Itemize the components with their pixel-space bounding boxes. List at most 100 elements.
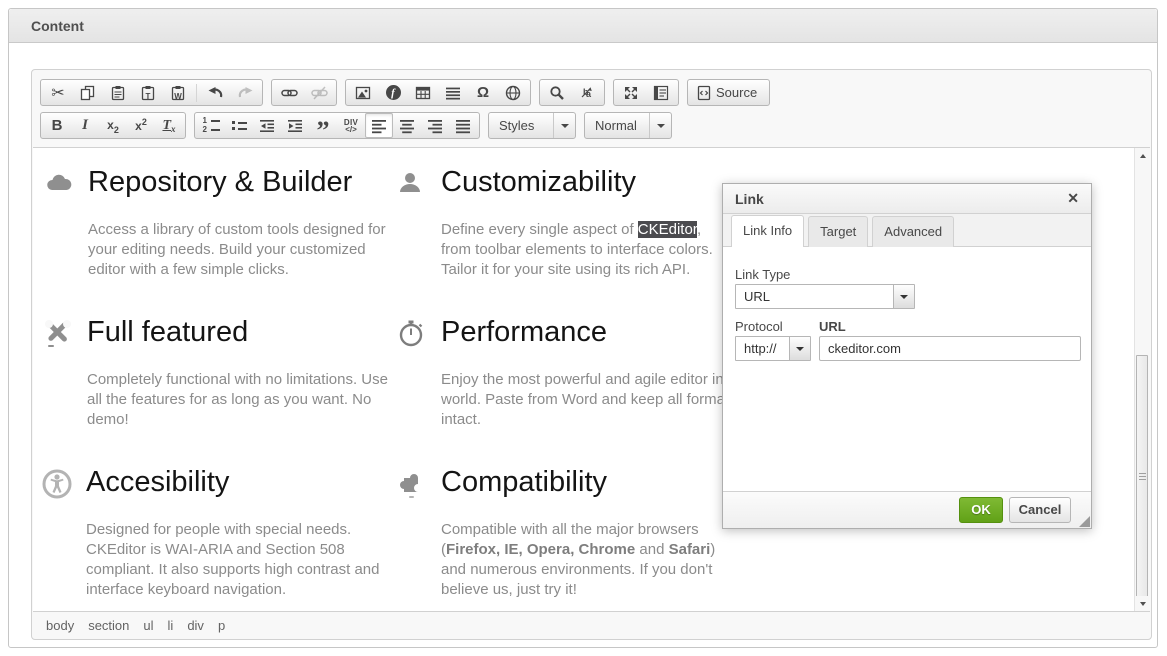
resize-grip[interactable] [1079, 516, 1090, 527]
show-blocks-button[interactable] [646, 80, 676, 105]
section-text: Enjoy the most powerful and agile editor… [441, 370, 755, 430]
align-left-icon [371, 118, 387, 134]
bulleted-list-button[interactable] [225, 113, 253, 138]
path-item-ul[interactable]: ul [143, 618, 153, 633]
align-center-button[interactable] [393, 113, 421, 138]
section-text: Designed for people with special needs. … [86, 520, 408, 600]
stopwatch-icon [396, 318, 428, 350]
scrollbar-grip-icon [1139, 473, 1146, 480]
section-text: Compatible with all the major browsers (… [441, 520, 743, 600]
styles-dropdown-label: Styles [489, 118, 553, 133]
section-title: Customizability [441, 166, 636, 198]
scroll-down-button[interactable] [1135, 596, 1150, 611]
dialog-body: Link Type URL Protocol http:// URL [723, 247, 1091, 492]
blockquote-icon: ” [317, 127, 330, 135]
paste-button[interactable] [103, 80, 133, 105]
scrollbar-thumb[interactable] [1136, 355, 1148, 597]
section-repository: Repository & Builder Access a library of… [43, 166, 406, 280]
find-group: b a [539, 79, 605, 106]
table-button[interactable] [408, 80, 438, 105]
paste-word-button[interactable]: W [163, 80, 193, 105]
unlink-button[interactable] [304, 80, 334, 105]
link-group [271, 79, 337, 106]
section-full-featured: Full featured Completely functional with… [42, 316, 397, 430]
find-button[interactable] [542, 80, 572, 105]
tab-advanced[interactable]: Advanced [872, 216, 954, 247]
chevron-down-icon [893, 285, 914, 308]
replace-button[interactable]: b a [572, 80, 602, 105]
section-customizability: Customizability Define every single aspe… [396, 166, 733, 280]
image-icon [355, 85, 371, 101]
url-input[interactable] [819, 336, 1081, 361]
section-title: Repository & Builder [88, 166, 352, 198]
ok-button[interactable]: OK [959, 497, 1003, 523]
path-item-p[interactable]: p [218, 618, 225, 633]
italic-button[interactable]: I [71, 113, 99, 138]
cloud-icon [43, 168, 75, 200]
copy-button[interactable] [73, 80, 103, 105]
path-item-div[interactable]: div [187, 618, 204, 633]
tab-target[interactable]: Target [808, 216, 868, 247]
styles-dropdown[interactable]: Styles [488, 112, 576, 139]
paste-text-button[interactable]: T [133, 80, 163, 105]
cut-button[interactable]: ✂ [43, 80, 73, 105]
remove-format-icon: Tx [162, 118, 175, 134]
section-accessibility: Accesibility Designed for people with sp… [41, 466, 408, 600]
align-left-button[interactable] [365, 113, 393, 138]
section-text: Define every single aspect of CKEditor, … [441, 220, 733, 280]
blockquote-button[interactable]: ” [309, 113, 337, 138]
insert-group: f Ω [345, 79, 531, 106]
flash-icon: f [386, 85, 401, 100]
bold-button[interactable]: B [43, 113, 71, 138]
url-label: URL [819, 319, 846, 334]
protocol-select[interactable]: http:// [735, 336, 811, 361]
section-compatibility: Compatibility Compatible with all the ma… [396, 466, 743, 600]
path-item-body[interactable]: body [46, 618, 74, 633]
justify-icon [455, 118, 471, 134]
toolbar-row-1: ✂ T W [40, 79, 778, 106]
toolbar-row-2: B I x2 x2 Tx 1 2 [40, 112, 680, 139]
iframe-button[interactable] [498, 80, 528, 105]
paste-icon [110, 85, 126, 101]
search-icon [549, 85, 565, 101]
indent-button[interactable] [281, 113, 309, 138]
show-blocks-icon [653, 85, 669, 101]
div-container-button[interactable]: DIV</> [337, 113, 365, 138]
horizontal-rule-button[interactable] [438, 80, 468, 105]
format-dropdown[interactable]: Normal [584, 112, 672, 139]
path-item-li[interactable]: li [168, 618, 174, 633]
source-button[interactable]: Source [690, 80, 767, 105]
special-char-button[interactable]: Ω [468, 80, 498, 105]
flash-button[interactable]: f [378, 80, 408, 105]
image-button[interactable] [348, 80, 378, 105]
editor-scrollbar[interactable] [1134, 148, 1150, 611]
link-type-select[interactable]: URL [735, 284, 915, 309]
numbered-list-button[interactable]: 1 2 [197, 113, 225, 138]
outdent-button[interactable] [253, 113, 281, 138]
redo-button[interactable] [230, 80, 260, 105]
undo-button[interactable] [200, 80, 230, 105]
remove-format-button[interactable]: Tx [155, 113, 183, 138]
dialog-titlebar[interactable]: Link ✕ [723, 184, 1091, 214]
align-right-button[interactable] [421, 113, 449, 138]
chevron-down-icon [553, 113, 575, 138]
section-title: Full featured [87, 316, 248, 348]
cancel-button[interactable]: Cancel [1009, 497, 1071, 523]
dialog-title: Link [735, 191, 1067, 207]
panel-header: Content [9, 9, 1157, 43]
path-item-section[interactable]: section [88, 618, 129, 633]
superscript-button[interactable]: x2 [127, 113, 155, 138]
scroll-up-button[interactable] [1135, 148, 1150, 163]
subscript-button[interactable]: x2 [99, 113, 127, 138]
tab-link-info[interactable]: Link Info [731, 215, 804, 247]
basicstyles-group: B I x2 x2 Tx [40, 112, 186, 139]
maximize-button[interactable] [616, 80, 646, 105]
outdent-icon [259, 118, 275, 134]
link-type-value: URL [736, 285, 893, 308]
justify-button[interactable] [449, 113, 477, 138]
section-text: Access a library of custom tools designe… [88, 220, 406, 280]
chevron-down-icon [789, 337, 810, 360]
italic-icon: I [82, 117, 88, 134]
link-button[interactable] [274, 80, 304, 105]
close-icon[interactable]: ✕ [1067, 190, 1079, 207]
